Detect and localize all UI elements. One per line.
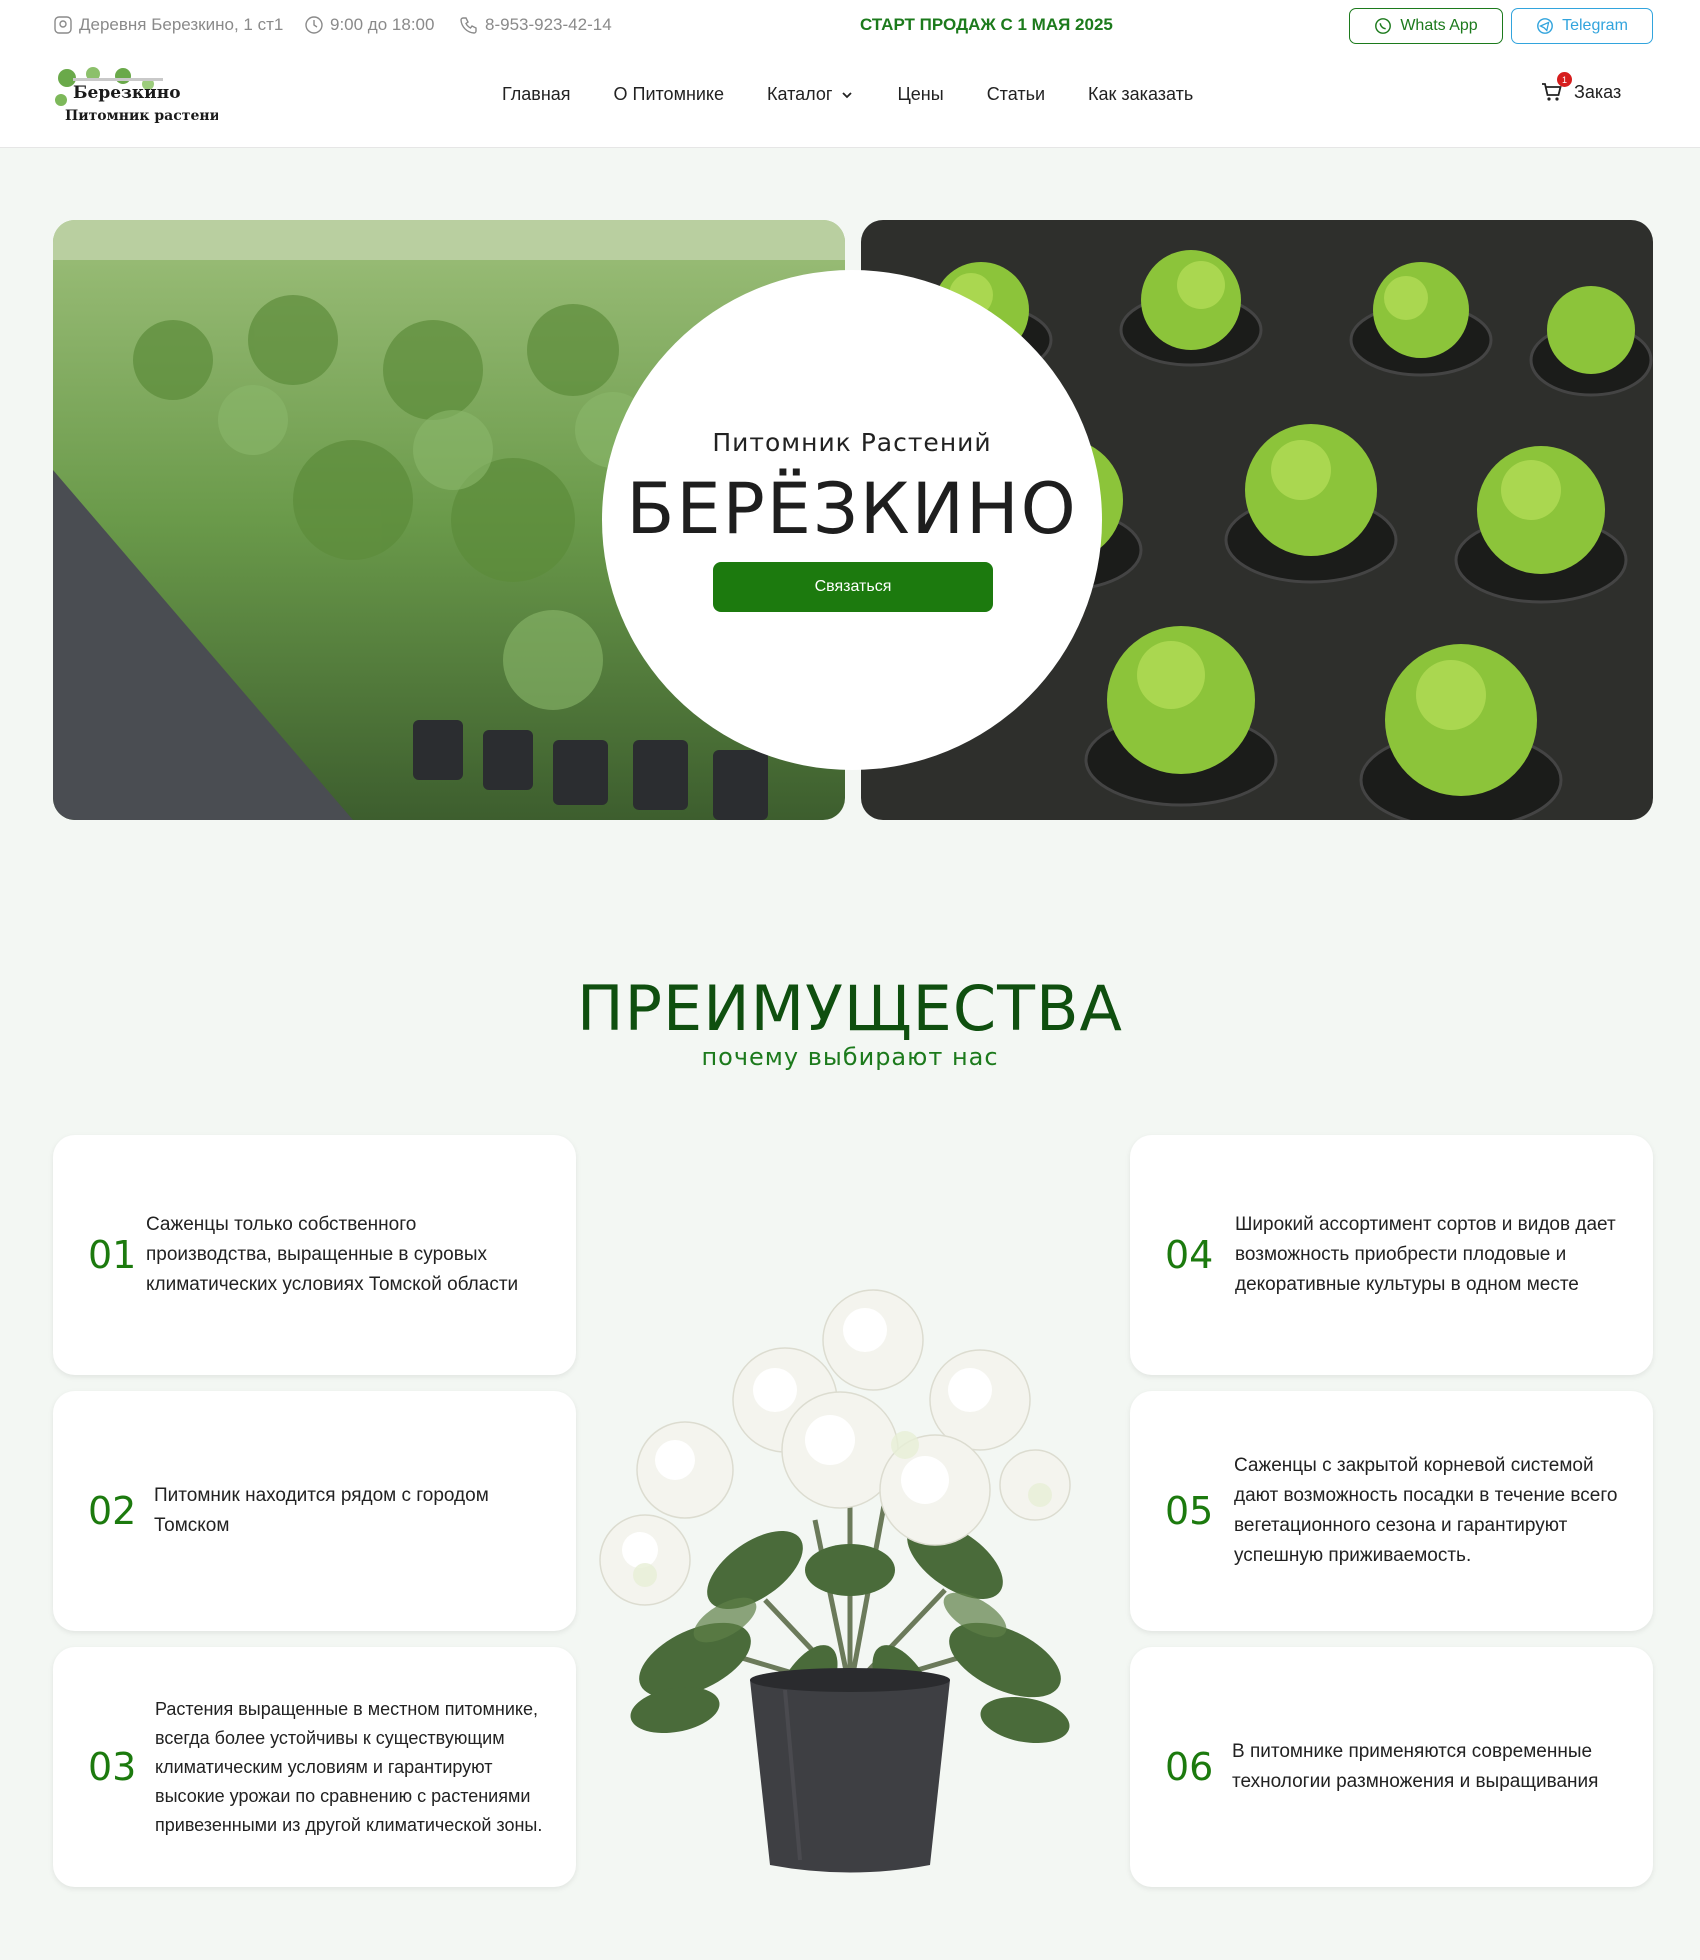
advantage-number: 05 — [1165, 1489, 1214, 1533]
logo-subtitle: Питомник растений — [65, 107, 218, 124]
nav-item-how-to-order[interactable]: Как заказать — [1088, 84, 1193, 105]
advantage-card: 06 В питомнике применяются современные т… — [1130, 1647, 1653, 1887]
phone-info[interactable]: 8-953-923-42-14 — [459, 15, 612, 35]
advantage-number: 01 — [88, 1233, 137, 1277]
cart-label: Заказ — [1574, 81, 1622, 102]
whatsapp-label: Whats App — [1400, 17, 1478, 34]
advantage-text: Широкий ассортимент сортов и видов дает … — [1235, 1214, 1616, 1295]
advantage-text: Саженцы только собственного производства… — [146, 1214, 519, 1295]
advantage-text: В питомнике применяются современные техн… — [1232, 1741, 1599, 1792]
contact-button[interactable]: Связаться — [713, 562, 993, 612]
hero-title-circle: Питомник Растений БЕРЁЗКИНО Связаться — [602, 270, 1102, 770]
advantage-number: 02 — [88, 1489, 137, 1533]
nav-item-about[interactable]: О Питомнике — [614, 84, 725, 105]
telegram-icon — [1537, 18, 1554, 34]
cart-icon: 1 — [1540, 72, 1572, 104]
address-text: Деревня Березкино, 1 ст1 — [79, 15, 284, 34]
nav-item-catalog[interactable]: Каталог — [767, 84, 854, 105]
advantages-subtitle: почему выбирают нас — [701, 1043, 999, 1071]
site-logo[interactable]: Березкино Питомник растений — [53, 64, 230, 124]
advantage-card: 05 Саженцы с закрытой корневой системой … — [1130, 1391, 1653, 1631]
whatsapp-icon — [1375, 18, 1392, 34]
logo-title: Березкино — [73, 83, 181, 103]
cart-count-badge: 1 — [1557, 72, 1572, 87]
address-info: Деревня Березкино, 1 ст1 — [53, 15, 283, 35]
hours-text: 9:00 до 18:00 — [330, 15, 435, 34]
advantage-number: 06 — [1165, 1745, 1214, 1789]
hydrangea-plant-image — [585, 1270, 1115, 1880]
phone-icon — [460, 17, 477, 34]
cart-button[interactable]: 1 Заказ — [1540, 72, 1622, 104]
hero-subtitle: Питомник Растений — [712, 428, 992, 457]
advantage-number: 04 — [1165, 1233, 1214, 1277]
main-nav: Главная О Питомнике Каталог Цены Статьи … — [502, 84, 1193, 105]
sales-start-banner: СТАРТ ПРОДАЖ С 1 МАЯ 2025 — [860, 15, 1113, 34]
advantage-text: Питомник находится рядом с городом Томск… — [154, 1485, 489, 1536]
advantage-card: 04 Широкий ассортимент сортов и видов да… — [1130, 1135, 1653, 1375]
clock-icon — [305, 16, 323, 34]
phone-text[interactable]: 8-953-923-42-14 — [485, 15, 612, 35]
telegram-label: Telegram — [1562, 17, 1628, 34]
advantage-card: 03 Растения выращенные в местном питомни… — [53, 1647, 576, 1887]
nav-item-home[interactable]: Главная — [502, 84, 571, 105]
top-bar: Деревня Березкино, 1 ст1 9:00 до 18:00 8… — [0, 0, 1700, 50]
whatsapp-button[interactable]: Whats App — [1349, 8, 1503, 44]
advantage-card: 01 Саженцы только собственного производс… — [53, 1135, 576, 1375]
nav-item-articles[interactable]: Статьи — [987, 84, 1045, 105]
advantage-text: Растения выращенные в местном питомнике,… — [155, 1698, 543, 1835]
nav-item-prices[interactable]: Цены — [897, 84, 943, 105]
hero-title: БЕРЁЗКИНО — [626, 468, 1078, 550]
advantages-title: ПРЕИМУЩЕСТВА — [577, 972, 1123, 1045]
advantage-text: Саженцы с закрытой корневой системой даю… — [1234, 1455, 1618, 1566]
chevron-down-icon — [842, 91, 853, 98]
telegram-button[interactable]: Telegram — [1511, 8, 1653, 44]
hours-info: 9:00 до 18:00 — [304, 15, 434, 35]
map-pin-icon — [54, 16, 72, 34]
advantage-card: 02 Питомник находится рядом с городом То… — [53, 1391, 576, 1631]
advantage-number: 03 — [88, 1745, 137, 1789]
nav-item-catalog-label: Каталог — [767, 84, 833, 104]
site-header: Деревня Березкино, 1 ст1 9:00 до 18:00 8… — [0, 0, 1700, 148]
